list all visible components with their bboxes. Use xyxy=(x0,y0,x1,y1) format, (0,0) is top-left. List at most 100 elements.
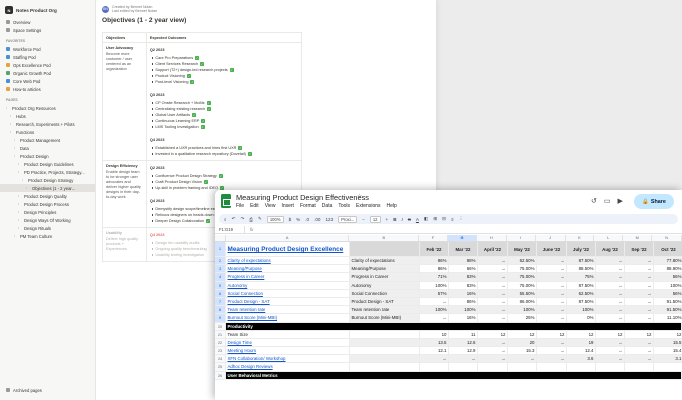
sidebar-favorite-item[interactable]: Organic Growth Pod xyxy=(0,69,95,77)
cell[interactable] xyxy=(350,355,420,363)
menu-item-data[interactable]: Data xyxy=(322,203,333,209)
cell[interactable]: 12.1 xyxy=(420,347,449,355)
sidebar-item-overview[interactable]: Overview xyxy=(0,18,95,26)
row-number[interactable]: 3 xyxy=(215,265,226,273)
cell[interactable]: April '22 xyxy=(478,242,508,256)
cell[interactable]: → xyxy=(596,281,625,289)
row-number[interactable]: 2 xyxy=(215,257,226,265)
cell[interactable]: 100% xyxy=(508,306,537,314)
chevron-right-icon[interactable]: › xyxy=(10,114,13,118)
cell[interactable]: → xyxy=(478,289,508,297)
strikethrough-icon[interactable]: S xyxy=(408,217,411,222)
cell[interactable]: → xyxy=(625,257,654,265)
cell[interactable]: 25% xyxy=(508,314,537,322)
cell[interactable]: 86.00% xyxy=(508,297,537,306)
row-number[interactable]: 24 xyxy=(215,355,226,363)
align-icon[interactable]: ≡ xyxy=(451,217,454,222)
cell[interactable]: 12 xyxy=(567,330,596,338)
cell[interactable]: 16% xyxy=(449,314,478,322)
cell[interactable]: Mar '22 xyxy=(449,242,478,256)
chevron-right-icon[interactable]: › xyxy=(18,210,21,214)
cell[interactable]: Aug '22 xyxy=(596,242,625,256)
sidebar-tree-item[interactable]: › PD Practice, Projects, Strategy... xyxy=(0,168,95,176)
cell[interactable] xyxy=(449,363,478,371)
search-icon[interactable]: ⌕ xyxy=(224,217,227,222)
zoom-select[interactable]: 100% xyxy=(266,215,284,223)
sidebar-tree-item[interactable]: › Design Principles xyxy=(0,208,95,216)
cell[interactable] xyxy=(350,363,420,371)
cell[interactable]: 75.00% xyxy=(508,281,537,289)
cell[interactable]: Feb '22 xyxy=(420,242,449,256)
cell[interactable]: 66% xyxy=(449,265,478,273)
menu-item-view[interactable]: View xyxy=(265,203,276,209)
sidebar-tree-item[interactable]: › Objectives (1 - 2 year... xyxy=(0,184,95,192)
row-number[interactable]: 6 xyxy=(215,289,226,297)
undo-icon[interactable]: ↶ xyxy=(232,216,236,222)
chevron-right-icon[interactable]: › xyxy=(14,154,17,158)
text-color-icon[interactable]: A xyxy=(416,217,419,222)
cell[interactable]: → xyxy=(478,273,508,281)
sidebar-favorite-item[interactable]: How-to articles xyxy=(0,85,95,93)
chevron-right-icon[interactable]: › xyxy=(18,202,21,206)
metric-label[interactable]: Progress in Career xyxy=(350,273,420,281)
cell[interactable] xyxy=(508,363,537,371)
row-number[interactable]: 4 xyxy=(215,273,226,281)
metric-label[interactable]: Team Size xyxy=(226,330,350,338)
column-header[interactable]: A xyxy=(226,235,350,241)
outcomes-cell[interactable]: Q2 2023 Care Pro Preparations ✓ Client Serv… xyxy=(145,42,303,161)
cell[interactable]: → xyxy=(537,338,567,347)
chevron-right-icon[interactable]: › xyxy=(18,226,21,230)
cell[interactable]: → xyxy=(596,338,625,347)
comment-icon[interactable]: ▭ xyxy=(604,197,611,205)
cell[interactable]: 12 xyxy=(508,330,537,338)
avatar[interactable]: BN xyxy=(102,5,109,13)
borders-icon[interactable]: ⊞ xyxy=(433,216,437,222)
cell[interactable]: 57% xyxy=(420,289,449,297)
metric-label[interactable]: Team retention rate xyxy=(350,306,420,314)
cell[interactable]: 62.50% xyxy=(508,257,537,265)
cell[interactable]: July '22 xyxy=(567,242,596,256)
cell[interactable]: → xyxy=(478,257,508,265)
row-number[interactable]: 1 xyxy=(215,242,226,256)
cell[interactable]: 87.50% xyxy=(567,281,596,289)
cell[interactable] xyxy=(350,338,420,347)
cell[interactable] xyxy=(567,363,596,371)
cell[interactable]: 11 xyxy=(449,330,478,338)
list-item[interactable]: Invested in a qualitative research repos… xyxy=(150,151,298,157)
metric-link[interactable]: Product Design - SAT xyxy=(226,297,350,306)
metric-label[interactable]: Social Connection xyxy=(350,289,420,297)
sidebar-item-archived[interactable]: Archived pages xyxy=(0,386,42,394)
metric-label[interactable]: Product Design - SAT xyxy=(350,297,420,306)
column-header[interactable]: I xyxy=(507,235,536,241)
cell[interactable]: 16% xyxy=(449,289,478,297)
row-number[interactable]: 8 xyxy=(215,306,226,314)
cell[interactable]: → xyxy=(625,273,654,281)
column-header[interactable]: K xyxy=(566,235,595,241)
cell[interactable] xyxy=(654,363,682,371)
workspace-switcher[interactable]: N Notes Product Org xyxy=(0,0,95,18)
cell[interactable]: 11.10% xyxy=(654,314,682,322)
meet-icon[interactable]: ▶ xyxy=(618,197,623,205)
metric-link[interactable]: Design Time xyxy=(226,338,350,347)
objective-cell[interactable]: User Advocacy Become more customer / user… xyxy=(102,42,147,161)
cell[interactable] xyxy=(596,363,625,371)
cell[interactable]: → xyxy=(596,289,625,297)
cell[interactable]: → xyxy=(596,297,625,306)
fill-color-icon[interactable]: ◧ xyxy=(424,216,428,222)
document-title[interactable]: Measuring Product Design Effectiveness xyxy=(236,193,369,202)
percent-icon[interactable]: % xyxy=(296,217,300,222)
cell[interactable]: 86% xyxy=(420,265,449,273)
sidebar-tree-item[interactable]: › Product Design Process xyxy=(0,200,95,208)
cell[interactable]: → xyxy=(625,265,654,273)
cell[interactable]: 75% xyxy=(567,273,596,281)
cell[interactable]: → xyxy=(449,355,478,363)
cell[interactable]: 13.5 xyxy=(420,338,449,347)
menu-item-tools[interactable]: Tools xyxy=(338,203,350,209)
share-button[interactable]: 🔒 Share xyxy=(634,194,674,209)
cell[interactable]: 12 xyxy=(596,330,625,338)
cell[interactable]: → xyxy=(537,297,567,306)
menu-item-file[interactable]: File xyxy=(236,203,244,209)
metric-link[interactable]: Autonomy xyxy=(226,281,350,289)
cell[interactable]: 83% xyxy=(449,281,478,289)
cell[interactable]: 100% xyxy=(567,306,596,314)
